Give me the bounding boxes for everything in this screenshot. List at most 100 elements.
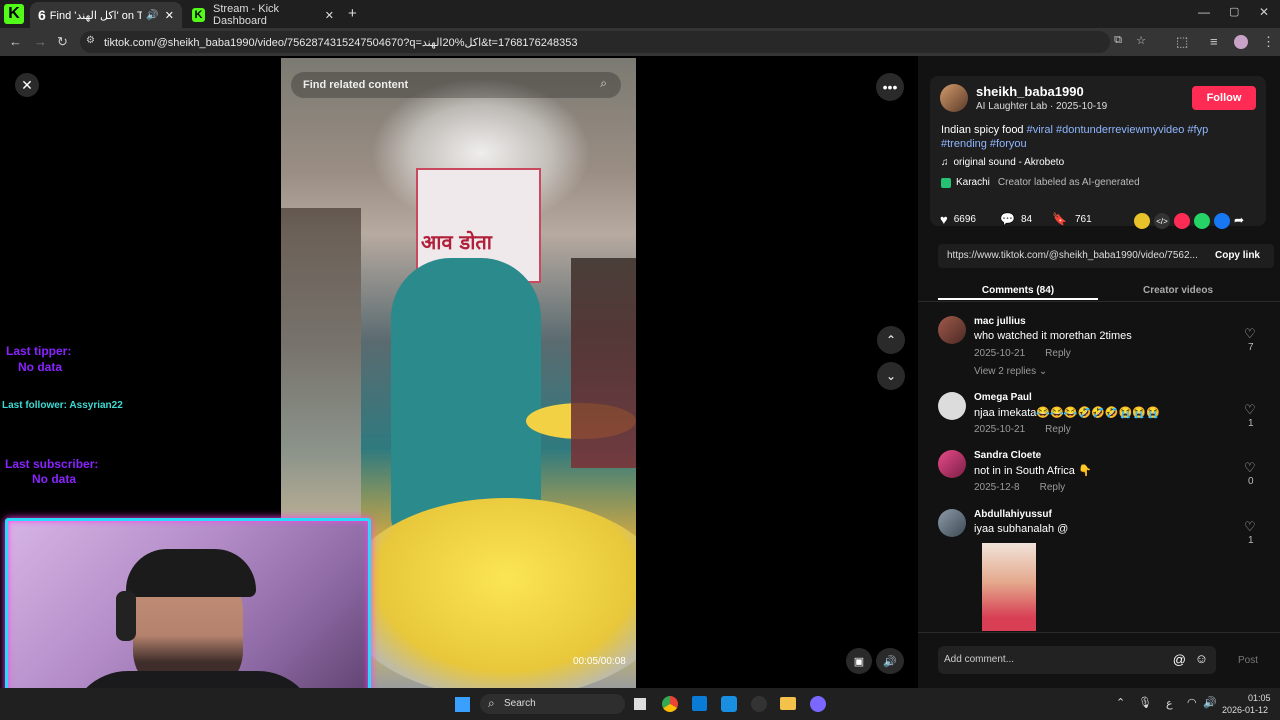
- close-tab-icon[interactable]: ✕: [325, 9, 334, 22]
- facebook-icon[interactable]: [1214, 213, 1230, 229]
- music-note-icon: ♫: [941, 157, 949, 168]
- search-icon: ⌕: [488, 696, 495, 710]
- wifi-icon[interactable]: ◠: [1187, 696, 1197, 709]
- next-video-button[interactable]: ⌄: [877, 362, 905, 390]
- comment-like-icon[interactable]: ♡: [1244, 326, 1256, 342]
- author-avatar[interactable]: [940, 84, 968, 112]
- share-arrow-icon[interactable]: ➦: [1234, 213, 1250, 229]
- chrome-icon[interactable]: [662, 696, 678, 712]
- keyboard-language[interactable]: ع: [1166, 697, 1173, 710]
- task-view-icon[interactable]: [634, 698, 646, 710]
- tray-chevron-icon[interactable]: ⌃: [1116, 696, 1125, 709]
- clock-time[interactable]: 01:05: [1248, 693, 1271, 703]
- coin-icon[interactable]: [1134, 213, 1150, 229]
- url-bar[interactable]: ⚙ tiktok.com/@sheikh_baba1990/video/7562…: [80, 31, 1146, 53]
- comment-like-count: 1: [1248, 418, 1254, 429]
- tab-divider: [918, 301, 1280, 302]
- search-icon[interactable]: ⌕: [600, 76, 607, 91]
- add-comment-field[interactable]: Add comment... @ ☺: [938, 646, 1216, 674]
- comment-image[interactable]: [982, 543, 1036, 631]
- comment-like-icon[interactable]: ♡: [1244, 460, 1256, 476]
- comment-like-icon[interactable]: ♡: [1244, 402, 1256, 418]
- save-button[interactable]: 🔖 761: [1052, 212, 1092, 226]
- comment-author[interactable]: Omega Paul: [974, 392, 1032, 403]
- video-search-field[interactable]: Find related content ⌕: [291, 72, 621, 98]
- maximize-icon[interactable]: ▢: [1229, 5, 1239, 18]
- comment-like-icon[interactable]: ♡: [1244, 519, 1256, 535]
- windows-start-icon[interactable]: [455, 697, 470, 712]
- location-name[interactable]: Karachi: [956, 177, 990, 188]
- woman-figure: [391, 258, 541, 538]
- browser-tab-bar: K 6 Find 'اكل الهند' on TikTok | T 🔊 ✕ K…: [0, 0, 1280, 28]
- extensions-icon[interactable]: ⬚: [1176, 34, 1188, 50]
- previous-video-button[interactable]: ⌃: [877, 326, 905, 354]
- volume-tray-icon[interactable]: 🔊: [1203, 696, 1217, 709]
- crowd-right: [571, 258, 636, 468]
- mention-icon[interactable]: @: [1173, 652, 1186, 667]
- menu-kebab-icon[interactable]: ⋮: [1262, 34, 1275, 50]
- taskbar-search-label: Search: [504, 698, 536, 709]
- like-button[interactable]: ♥ 6696: [940, 212, 976, 227]
- reply-button[interactable]: Reply: [1045, 424, 1071, 435]
- reload-icon[interactable]: ↻: [57, 34, 68, 50]
- tab-title: Stream - Kick Dashboard: [213, 3, 280, 27]
- edge-icon[interactable]: [721, 696, 737, 712]
- view-replies-button[interactable]: View 2 replies ⌄: [974, 366, 1047, 377]
- discord-icon[interactable]: [810, 696, 826, 712]
- media-control-icon[interactable]: ≡: [1210, 34, 1218, 49]
- comment-like-count: 1: [1248, 535, 1254, 546]
- hashtags[interactable]: #viral #dontunderreviewmyvideo #fyp: [1027, 124, 1209, 136]
- tab-creator-videos[interactable]: Creator videos: [1098, 280, 1258, 300]
- folder-icon[interactable]: [780, 697, 796, 710]
- location-icon: [941, 177, 951, 188]
- close-video-button[interactable]: ✕: [15, 73, 39, 97]
- view-replies-label: View 2 replies: [974, 366, 1037, 377]
- avatar[interactable]: [938, 450, 966, 478]
- post-comment-button[interactable]: Post: [1238, 655, 1258, 666]
- video-link: https://www.tiktok.com/@sheikh_baba1990/…: [947, 250, 1198, 261]
- site-info-icon[interactable]: ⚙: [86, 35, 95, 46]
- comment-item: Sandra Cloete not in in South Africa 👇 2…: [938, 450, 1258, 500]
- embed-icon[interactable]: </>: [1154, 213, 1170, 229]
- new-tab-button[interactable]: +: [348, 5, 357, 22]
- pip-button[interactable]: ▣: [846, 648, 872, 674]
- comment-button[interactable]: 💬 84: [1000, 212, 1032, 226]
- author-username[interactable]: sheikh_baba1990: [976, 84, 1084, 99]
- close-window-icon[interactable]: ✕: [1259, 5, 1269, 19]
- minimize-icon[interactable]: —: [1198, 5, 1210, 19]
- clock-date[interactable]: 2026-01-12: [1222, 705, 1268, 715]
- chevron-down-icon: ⌄: [1038, 366, 1048, 377]
- microphone-icon[interactable]: 🎙: [1138, 696, 1152, 709]
- reply-button[interactable]: Reply: [1040, 482, 1066, 493]
- comment-date: 2025-12-8: [974, 482, 1020, 493]
- avatar[interactable]: [938, 509, 966, 537]
- comment-author[interactable]: mac jullius: [974, 316, 1026, 327]
- follow-button[interactable]: Follow: [1192, 86, 1256, 110]
- avatar[interactable]: [938, 316, 966, 344]
- whatsapp-icon[interactable]: [1194, 213, 1210, 229]
- profile-avatar[interactable]: [1234, 35, 1248, 49]
- back-icon[interactable]: ←: [9, 34, 22, 49]
- hashtags[interactable]: #trending #foryou: [941, 138, 1027, 150]
- close-tab-icon[interactable]: ✕: [165, 9, 174, 22]
- copy-link-button[interactable]: Copy link: [1215, 250, 1260, 261]
- comment-author[interactable]: Abdullahiyussuf: [974, 509, 1052, 520]
- sound-row[interactable]: ♫ original sound - Akrobeto: [941, 157, 1064, 168]
- taskbar-search[interactable]: ⌕ Search: [480, 694, 625, 714]
- last-tipper-value: No data: [18, 360, 63, 374]
- cast-icon[interactable]: ⧉: [1114, 34, 1122, 47]
- reply-button[interactable]: Reply: [1045, 348, 1071, 359]
- tab-tiktok[interactable]: 6 Find 'اكل الهند' on TikTok | T 🔊 ✕: [30, 2, 182, 28]
- more-options-button[interactable]: •••: [876, 73, 904, 101]
- bookmark-star-icon[interactable]: ☆: [1136, 34, 1146, 47]
- tab-comments[interactable]: Comments (84): [938, 280, 1098, 300]
- forward-icon[interactable]: →: [34, 34, 47, 49]
- avatar[interactable]: [938, 392, 966, 420]
- send-icon[interactable]: [1174, 213, 1190, 229]
- store-icon[interactable]: [692, 696, 707, 711]
- comment-author[interactable]: Sandra Cloete: [974, 450, 1041, 461]
- tab-kick-dashboard[interactable]: K Stream - Kick Dashboard ✕: [184, 2, 342, 28]
- volume-button[interactable]: 🔊: [876, 648, 904, 674]
- emoji-icon[interactable]: ☺: [1195, 651, 1208, 666]
- steam-icon[interactable]: [751, 696, 767, 712]
